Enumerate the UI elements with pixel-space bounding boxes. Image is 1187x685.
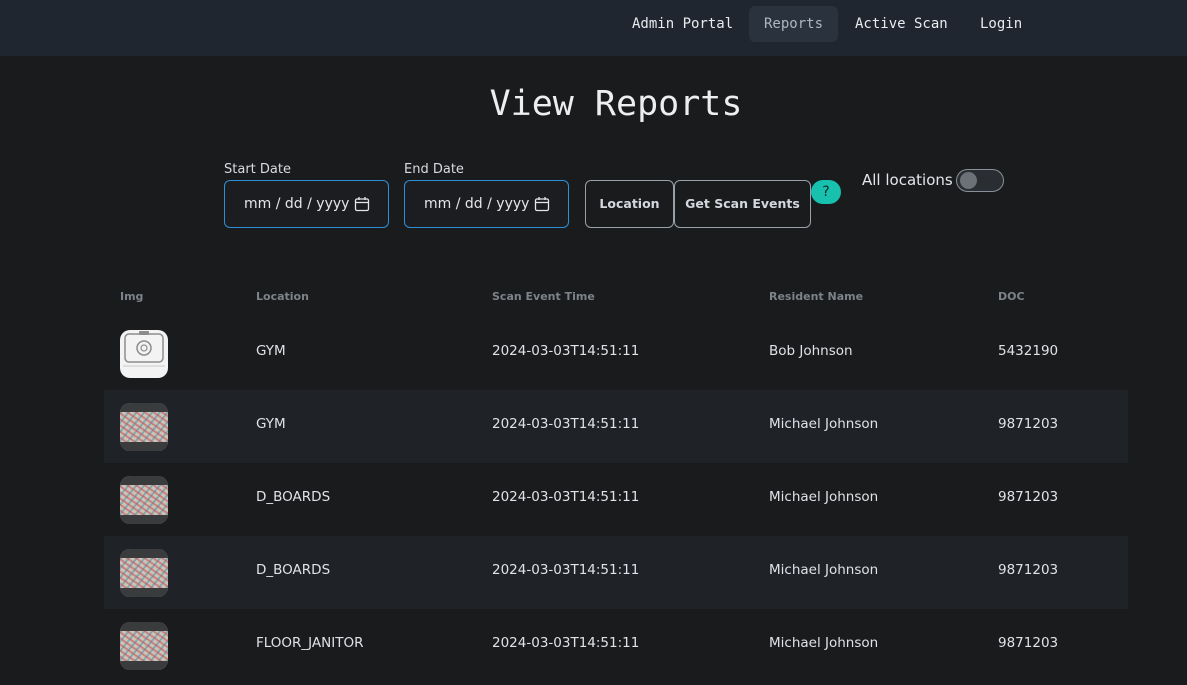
table-row[interactable]: GYM 2024-03-03T14:51:11 Bob Johnson 5432… xyxy=(104,317,1128,390)
resident-photo-thumbnail xyxy=(120,622,168,670)
start-date-input[interactable]: mm / dd / yyyy xyxy=(224,180,389,228)
column-header-location: Location xyxy=(256,290,309,303)
cell-location: D_BOARDS xyxy=(256,489,331,505)
page-title: View Reports xyxy=(489,84,743,124)
cell-scan-time: 2024-03-03T14:51:11 xyxy=(492,416,640,432)
get-scan-events-button[interactable]: Get Scan Events xyxy=(674,180,811,228)
location-button[interactable]: Location xyxy=(585,180,674,228)
cell-resident-name: Michael Johnson xyxy=(769,635,879,651)
cell-location: FLOOR_JANITOR xyxy=(256,635,364,651)
toggle-knob xyxy=(960,172,977,189)
no-image-thumbnail xyxy=(120,330,168,378)
start-date-label: Start Date xyxy=(224,162,291,177)
table-row[interactable]: FLOOR_JANITOR 2024-03-03T14:51:11 Michae… xyxy=(104,609,1128,682)
top-navbar: Admin Portal Reports Active Scan Login xyxy=(0,0,1187,56)
cell-doc: 9871203 xyxy=(998,416,1059,432)
cell-doc: 9871203 xyxy=(998,635,1059,651)
calendar-icon[interactable] xyxy=(534,196,550,212)
cell-doc: 9871203 xyxy=(998,562,1059,578)
end-date-placeholder: mm / dd / yyyy xyxy=(424,196,530,212)
cell-resident-name: Michael Johnson xyxy=(769,416,879,432)
cell-scan-time: 2024-03-03T14:51:11 xyxy=(492,343,640,359)
cell-resident-name: Michael Johnson xyxy=(769,489,879,505)
resident-photo-thumbnail xyxy=(120,549,168,597)
cell-location: GYM xyxy=(256,343,286,359)
cell-location: GYM xyxy=(256,416,286,432)
column-header-doc: DOC xyxy=(998,290,1025,303)
cell-scan-time: 2024-03-03T14:51:11 xyxy=(492,635,640,651)
cell-location: D_BOARDS xyxy=(256,562,331,578)
calendar-icon[interactable] xyxy=(354,196,370,212)
cell-resident-name: Michael Johnson xyxy=(769,562,879,578)
cell-scan-time: 2024-03-03T14:51:11 xyxy=(492,489,640,505)
cell-scan-time: 2024-03-03T14:51:11 xyxy=(492,562,640,578)
cell-doc: 5432190 xyxy=(998,343,1059,359)
cell-resident-name: Bob Johnson xyxy=(769,343,853,359)
nav-reports[interactable]: Reports xyxy=(749,6,839,42)
cell-doc: 9871203 xyxy=(998,489,1059,505)
nav-admin-portal[interactable]: Admin Portal xyxy=(617,6,748,42)
table-row[interactable]: D_BOARDS 2024-03-03T14:51:11 Michael Joh… xyxy=(104,463,1128,536)
column-header-resident-name: Resident Name xyxy=(769,290,864,303)
table-row[interactable]: GYM 2024-03-03T14:51:11 Michael Johnson … xyxy=(104,390,1128,463)
resident-photo-thumbnail xyxy=(120,403,168,451)
table-row[interactable]: D_BOARDS 2024-03-03T14:51:11 Michael Joh… xyxy=(104,536,1128,609)
column-header-scan-time: Scan Event Time xyxy=(492,290,595,303)
help-badge[interactable]: ? xyxy=(811,180,841,204)
camera-icon xyxy=(123,331,165,367)
resident-photo-thumbnail xyxy=(120,476,168,524)
start-date-placeholder: mm / dd / yyyy xyxy=(244,196,350,212)
nav-login[interactable]: Login xyxy=(965,6,1037,42)
column-header-img: Img xyxy=(120,290,144,303)
all-locations-toggle[interactable] xyxy=(956,169,1004,192)
end-date-label: End Date xyxy=(404,162,464,177)
all-locations-label: All locations xyxy=(862,171,953,189)
end-date-input[interactable]: mm / dd / yyyy xyxy=(404,180,569,228)
nav-active-scan[interactable]: Active Scan xyxy=(840,6,963,42)
